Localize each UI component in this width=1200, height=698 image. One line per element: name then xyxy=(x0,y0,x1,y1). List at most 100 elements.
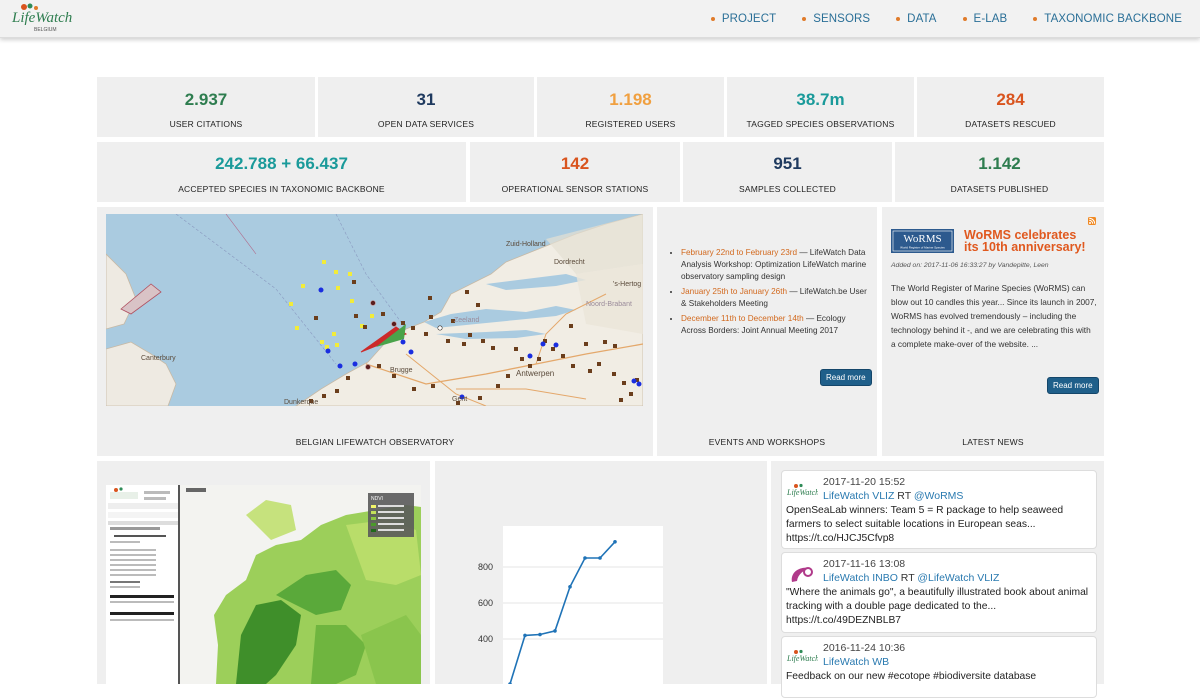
stat-sensor-stations: 142 OPERATIONAL SENSOR STATIONS xyxy=(470,142,680,202)
data-point[interactable] xyxy=(583,556,587,560)
map-label-dunkerque: Dunkerque xyxy=(284,399,318,406)
bullet-icon xyxy=(962,16,967,21)
tweet-author-line: LifeWatch INBO RT @LifeWatch VLIZ xyxy=(823,572,999,584)
stat-tagged-species: 38.7m TAGGED SPECIES OBSERVATIONS xyxy=(727,77,914,137)
map-label-brugge: Brugge xyxy=(390,367,413,374)
worms-logo-sub: World Register of Marine Species xyxy=(900,246,945,250)
nav-data[interactable]: DATA xyxy=(896,13,936,25)
y-tick-label: 800 xyxy=(478,562,493,572)
event-item[interactable]: January 25th to January 26th — LifeWatch… xyxy=(681,286,867,310)
lifewatch-logo[interactable]: LifeWatch BELGIUM xyxy=(10,2,80,34)
tweet-link[interactable]: https://t.co/HJCJ5Cfvp8 xyxy=(786,533,894,544)
stat-label: USER CITATIONS xyxy=(169,119,243,129)
tweet-rt: RT xyxy=(894,490,914,502)
rss-icon[interactable] xyxy=(1088,217,1096,225)
stat-value: 284 xyxy=(996,90,1025,109)
tweet-card[interactable]: LifeWatch 2017-11-20 15:52 LifeWatch VLI… xyxy=(781,470,1097,549)
stat-value: 1.198 xyxy=(609,90,652,109)
bullet-icon xyxy=(710,16,715,21)
stat-open-data-services: 31 OPEN DATA SERVICES xyxy=(318,77,534,137)
nav-taxonomic-backbone[interactable]: TAXONOMIC BACKBONE xyxy=(1033,13,1182,25)
map-label-zuid-holland: Zuid-Holland xyxy=(506,241,546,248)
nav-sensors[interactable]: SENSORS xyxy=(802,13,870,25)
event-date[interactable]: January 25th to January 26th xyxy=(681,287,787,296)
lifewatch-avatar-icon[interactable]: LifeWatch xyxy=(786,649,818,667)
tweet-user-link[interactable]: LifeWatch WB xyxy=(823,656,889,668)
tweet-card[interactable]: LifeWatch 2016-11-24 10:36 LifeWatch WB … xyxy=(781,636,1097,698)
data-point[interactable] xyxy=(598,556,602,560)
news-read-more-button[interactable]: Read more xyxy=(1047,377,1099,394)
map-label-dordrecht: Dordrecht xyxy=(554,259,585,266)
main-nav: PROJECT SENSORS DATA E-LAB TAXONOMIC BAC… xyxy=(685,0,1182,37)
y-tick-label: 400 xyxy=(478,634,493,644)
stat-label: ACCEPTED SPECIES IN TAXONOMIC BACKBONE xyxy=(178,184,385,194)
tweet-user-link[interactable]: LifeWatch INBO xyxy=(823,572,898,584)
news-title[interactable]: WoRMS celebrates its 10th anniversary! xyxy=(964,229,1094,254)
logo-text: LifeWatch xyxy=(11,10,72,26)
events-label: EVENTS AND WORKSHOPS xyxy=(708,437,826,447)
chart-tick-labels: 800 600 400 xyxy=(478,562,493,644)
worms-logo[interactable]: WoRMS World Register of Marine Species xyxy=(891,229,954,253)
events-list: February 22nd to February 23rd — LifeWat… xyxy=(657,247,867,340)
plot-area xyxy=(503,526,663,684)
y-tick-label: 600 xyxy=(478,598,493,608)
tweet-handle-link[interactable]: @LifeWatch VLIZ xyxy=(917,572,999,584)
line-chart: 800 600 400 xyxy=(478,526,663,684)
tweet-text: "Where the animals go", a beautifully il… xyxy=(786,586,1091,628)
data-point[interactable] xyxy=(538,632,542,637)
top-navbar: LifeWatch BELGIUM PROJECT SENSORS DATA E… xyxy=(0,0,1200,38)
nav-label: E-LAB xyxy=(973,12,1008,25)
observatory-panel: Zuid-Holland Dordrecht 's-Hertog Noord-B… xyxy=(97,207,653,456)
bullet-icon xyxy=(896,16,901,21)
stat-label: OPERATIONAL SENSOR STATIONS xyxy=(501,184,649,194)
data-point[interactable] xyxy=(568,585,572,589)
chart-panel: 800 600 400 xyxy=(435,461,767,684)
event-date[interactable]: December 11th to December 14th xyxy=(681,314,804,323)
observatory-map[interactable]: Zuid-Holland Dordrecht 's-Hertog Noord-B… xyxy=(106,214,643,406)
stat-samples-collected: 951 SAMPLES COLLECTED xyxy=(683,142,892,202)
nav-e-lab[interactable]: E-LAB xyxy=(962,12,1008,25)
stat-value: 38.7m xyxy=(796,90,845,109)
stat-accepted-species: 242.788 + 66.437 ACCEPTED SPECIES IN TAX… xyxy=(97,142,466,202)
map-canvas: Zuid-Holland Dordrecht 's-Hertog Noord-B… xyxy=(106,214,643,406)
stat-value: 142 xyxy=(560,154,590,173)
bullet-icon xyxy=(1033,16,1038,21)
tweet-link[interactable]: https://t.co/49DEZNBLB7 xyxy=(786,615,901,626)
map-label-zeeland: Zeeland xyxy=(454,317,479,324)
worms-logo-text: WoRMS xyxy=(903,233,941,245)
stat-value: 1.142 xyxy=(978,154,1021,173)
nav-project[interactable]: PROJECT xyxy=(710,13,776,25)
map-label-hertogenbosch: 's-Hertog xyxy=(613,281,641,288)
stat-datasets-rescued: 284 DATASETS RESCUED xyxy=(917,77,1104,137)
inbo-avatar-icon[interactable] xyxy=(788,562,818,586)
tweet-date[interactable]: 2017-11-20 15:52 xyxy=(823,476,905,488)
event-date[interactable]: February 22nd to February 23rd xyxy=(681,248,797,257)
data-point[interactable] xyxy=(613,540,617,544)
map-label-noord-brabant: Noord-Brabant xyxy=(586,301,632,308)
stat-label: TAGGED SPECIES OBSERVATIONS xyxy=(746,119,895,129)
event-item[interactable]: December 11th to December 14th — Ecology… xyxy=(681,313,867,337)
map-label-antwerpen: Antwerpen xyxy=(516,369,554,378)
tweet-user-link[interactable]: LifeWatch VLIZ xyxy=(823,490,894,502)
data-point[interactable] xyxy=(553,629,557,633)
data-point[interactable] xyxy=(523,633,527,638)
events-read-more-button[interactable]: Read more xyxy=(820,369,872,386)
lifewatch-avatar-icon[interactable]: LifeWatch xyxy=(786,483,818,501)
map-label-canterbury: Canterbury xyxy=(141,355,176,362)
tweet-date[interactable]: 2016-11-24 10:36 xyxy=(823,642,905,654)
portal-screenshot[interactable]: NDVI xyxy=(106,485,421,684)
tweet-body: "Where the animals go", a beautifully il… xyxy=(786,587,1089,612)
bullet-icon xyxy=(802,16,807,21)
events-panel: February 22nd to February 23rd — LifeWat… xyxy=(657,207,877,456)
tweet-text: Feedback on our new #ecotope #biodiversi… xyxy=(786,670,1091,684)
stat-label: SAMPLES COLLECTED xyxy=(739,184,836,194)
stat-label: DATASETS PUBLISHED xyxy=(950,184,1049,194)
svg-text:LifeWatch: LifeWatch xyxy=(786,488,818,497)
tweet-date[interactable]: 2017-11-16 13:08 xyxy=(823,558,905,570)
tweet-author-line: LifeWatch VLIZ RT @WoRMS xyxy=(823,490,963,502)
stat-label: REGISTERED USERS xyxy=(585,119,676,129)
tweet-card[interactable]: 2017-11-16 13:08 LifeWatch INBO RT @Life… xyxy=(781,552,1097,633)
event-item[interactable]: February 22nd to February 23rd — LifeWat… xyxy=(681,247,867,283)
stat-value: 951 xyxy=(773,154,802,173)
tweet-handle-link[interactable]: @WoRMS xyxy=(914,490,964,502)
